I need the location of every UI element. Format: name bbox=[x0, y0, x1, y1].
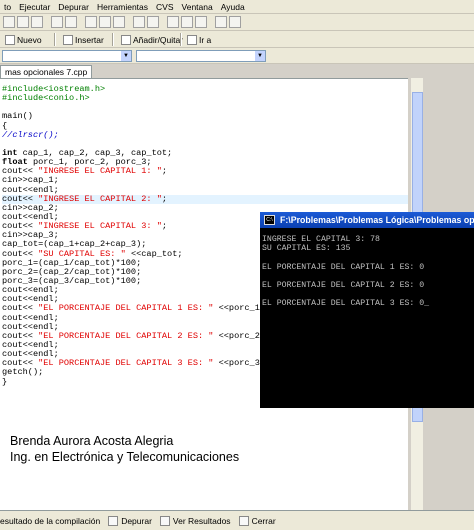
console-output: INGRESE EL CAPITAL 3: 78 SU CAPITAL ES: 1… bbox=[262, 235, 429, 309]
menu-item[interactable]: CVS bbox=[152, 2, 177, 12]
insert-icon bbox=[63, 34, 73, 45]
menu-item[interactable]: Ayuda bbox=[217, 2, 249, 12]
debug-icon bbox=[108, 515, 119, 526]
close-label: Cerrar bbox=[251, 515, 276, 526]
console-line: SU CAPITAL ES: 135 bbox=[262, 244, 351, 254]
view-results-icon bbox=[159, 515, 170, 526]
console-title: F:\Problemas\Problemas Lógica\Problemas … bbox=[280, 215, 474, 225]
view-results-tab[interactable]: Ver Resultados bbox=[159, 515, 231, 526]
toolbar-icon[interactable] bbox=[85, 16, 97, 28]
close-icon bbox=[238, 515, 249, 526]
toolbar-icon[interactable] bbox=[229, 16, 241, 28]
menu-bar: to Ejecutar Depurar Herramientas CVS Ventana A… bbox=[0, 0, 474, 14]
toolbar-icon[interactable] bbox=[3, 16, 15, 28]
menu-item[interactable]: Depurar bbox=[54, 2, 93, 12]
goto-button[interactable]: Ir a bbox=[184, 32, 214, 47]
toolbar-separator bbox=[180, 33, 182, 46]
console-line: EL PORCENTAJE DEL CAPITAL 2 ES: 0 bbox=[262, 280, 425, 290]
member-combo[interactable]: ▼ bbox=[136, 50, 266, 62]
menu-item[interactable]: Herramientas bbox=[93, 2, 152, 12]
code-line: cin>>cap_1; bbox=[2, 175, 59, 186]
compile-results-label: esultado de la compilación bbox=[0, 515, 101, 526]
toolbar-icon[interactable] bbox=[167, 16, 179, 28]
toolbar-icon[interactable] bbox=[215, 16, 227, 28]
class-combo[interactable]: ▼ bbox=[2, 50, 132, 62]
console-window[interactable]: C:\ F:\Problemas\Problemas Lógica\Proble… bbox=[260, 212, 474, 408]
console-icon: C:\ bbox=[264, 215, 275, 225]
new-label: Nuevo bbox=[17, 34, 42, 45]
console-line: INGRESE EL CAPITAL 3: 78 bbox=[262, 235, 380, 244]
author-degree: Ing. en Electrónica y Telecomunicaciones bbox=[10, 450, 240, 464]
add-remove-label: Añadir/Quitar bbox=[133, 34, 184, 45]
file-tab[interactable]: mas opcionales 7.cpp bbox=[0, 65, 93, 78]
add-remove-button[interactable]: Añadir/Quitar bbox=[118, 32, 186, 47]
compile-results-tab[interactable]: esultado de la compilación bbox=[0, 516, 100, 526]
console-title-bar[interactable]: C:\ F:\Problemas\Problemas Lógica\Proble… bbox=[260, 212, 474, 228]
toolbar-icon[interactable] bbox=[51, 16, 63, 28]
code-line: main() bbox=[2, 111, 33, 122]
author-name: Brenda Aurora Acosta Alegria bbox=[10, 434, 174, 448]
code-line: cout<< "INGRESE EL CAPITAL 2: "; bbox=[2, 194, 408, 204]
toolbar-icon[interactable] bbox=[65, 16, 77, 28]
file-tab-bar: mas opcionales 7.cpp bbox=[0, 64, 474, 78]
insert-label: Insertar bbox=[75, 34, 104, 45]
chevron-down-icon: ▼ bbox=[255, 51, 265, 61]
toolbar-separator bbox=[112, 33, 114, 46]
new-button[interactable]: Nuevo bbox=[2, 32, 45, 47]
class-combo-bar: ▼ ▼ bbox=[0, 48, 474, 64]
toolbar-icon[interactable] bbox=[195, 16, 207, 28]
close-tab[interactable]: Cerrar bbox=[238, 515, 276, 526]
bottom-tab-bar: esultado de la compilación Depurar Ver R… bbox=[0, 510, 474, 530]
toolbar-icon[interactable] bbox=[17, 16, 29, 28]
debug-tab[interactable]: Depurar bbox=[108, 515, 152, 526]
author-caption: Brenda Aurora Acosta Alegria Ing. en Ele… bbox=[10, 433, 239, 465]
view-results-label: Ver Resultados bbox=[172, 515, 231, 526]
debug-label: Depurar bbox=[121, 515, 152, 526]
code-line: //clrscr(); bbox=[2, 129, 59, 140]
console-line: EL PORCENTAJE DEL CAPITAL 3 ES: 0_ bbox=[262, 299, 430, 309]
toolbar-icon[interactable] bbox=[133, 16, 145, 28]
new-file-icon bbox=[5, 34, 15, 45]
code-line: { bbox=[2, 120, 8, 131]
insert-button[interactable]: Insertar bbox=[60, 32, 107, 47]
add-remove-icon bbox=[121, 34, 131, 45]
code-line: cout<< "INGRESE EL CAPITAL 1: "; bbox=[2, 166, 168, 177]
goto-label: Ir a bbox=[199, 34, 212, 45]
toolbar-icon[interactable] bbox=[99, 16, 111, 28]
toolbar-icons bbox=[0, 14, 474, 31]
toolbar-icon[interactable] bbox=[113, 16, 125, 28]
toolbar-buttons: Nuevo Insertar Añadir/Quitar Ir a bbox=[0, 31, 474, 48]
code-line: ​ bbox=[2, 103, 408, 112]
menu-item[interactable]: to bbox=[0, 2, 15, 12]
menu-item[interactable]: Ejecutar bbox=[15, 2, 54, 12]
console-line: EL PORCENTAJE DEL CAPITAL 1 ES: 0 bbox=[262, 262, 425, 272]
menu-item[interactable]: Ventana bbox=[178, 2, 217, 12]
code-line: #include<conio.h> bbox=[2, 93, 90, 104]
toolbar-separator bbox=[54, 33, 56, 46]
chevron-down-icon: ▼ bbox=[121, 51, 131, 61]
goto-icon bbox=[187, 34, 197, 45]
toolbar-icon[interactable] bbox=[147, 16, 159, 28]
toolbar-icon[interactable] bbox=[31, 16, 43, 28]
toolbar-icon[interactable] bbox=[181, 16, 193, 28]
